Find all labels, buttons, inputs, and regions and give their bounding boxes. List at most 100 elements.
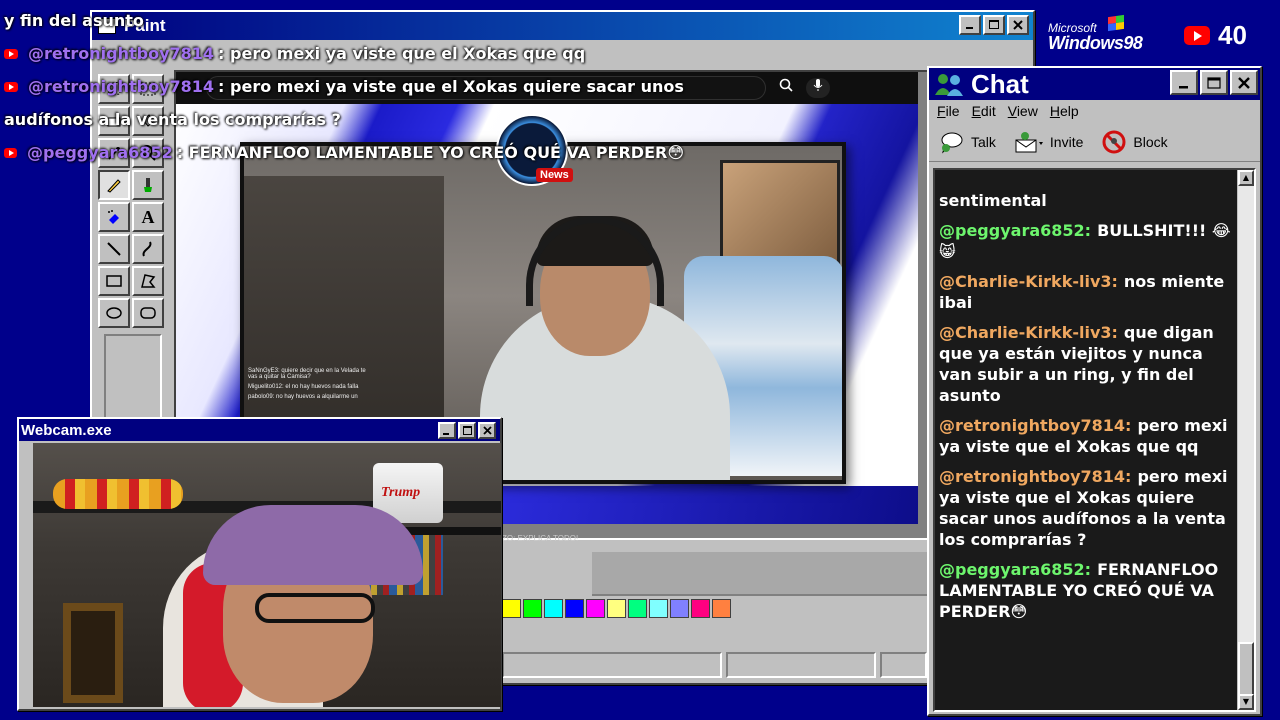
flower-decoration: [53, 479, 183, 509]
maximize-icon: [989, 20, 999, 29]
people-icon: [933, 71, 967, 97]
status-cell: [502, 652, 722, 678]
brush-tool[interactable]: [132, 170, 164, 200]
scroll-thumb[interactable]: [1238, 642, 1254, 698]
line-tool[interactable]: [98, 234, 130, 264]
overlay-chat-line: @retronightboy7814: pero mexi ya viste q…: [4, 70, 684, 103]
curve-tool[interactable]: [132, 234, 164, 264]
chat-username[interactable]: @Charlie-Kirkk-liv3:: [939, 272, 1118, 291]
palette-swatch[interactable]: [649, 599, 668, 618]
maximize-button[interactable]: [1200, 70, 1228, 95]
search-icon[interactable]: [774, 78, 798, 98]
invite-icon: [1015, 131, 1043, 152]
minimize-button[interactable]: [959, 15, 981, 35]
chat-username[interactable]: @peggyara6852:: [939, 221, 1091, 240]
maximize-button[interactable]: [983, 15, 1005, 35]
palette-swatch[interactable]: [523, 599, 542, 618]
pencil-tool[interactable]: [98, 170, 130, 200]
windows98-logo: Microsoft Windows98: [1048, 22, 1143, 52]
ellipse-tool[interactable]: [98, 298, 130, 328]
chat-message: @peggyara6852: BULLSHIT!!! 😂 😸: [939, 220, 1231, 262]
polygon-tool[interactable]: [132, 266, 164, 296]
palette-swatch[interactable]: [544, 599, 563, 618]
block-icon: [1102, 130, 1126, 153]
scroll-down-arrow-icon[interactable]: ▼: [1238, 694, 1254, 710]
curve-icon: [142, 241, 152, 257]
rounded-rect-tool[interactable]: [132, 298, 164, 328]
overlay-chat-line: @retronightboy7814: pero mexi ya viste q…: [4, 37, 684, 70]
color-palette: [502, 599, 731, 618]
status-cell: [726, 652, 876, 678]
menu-edit[interactable]: Edit: [972, 103, 996, 119]
microphone-icon[interactable]: [806, 78, 830, 98]
mini-chat-line: pabolo09: no hay huevos a alquilarme un: [248, 394, 358, 400]
minimize-button[interactable]: [438, 422, 456, 439]
overlay-chat-username: @peggyara6852: [27, 142, 173, 162]
overlay-chat-username: @retronightboy7814: [28, 43, 215, 63]
close-button[interactable]: [1230, 70, 1258, 95]
overlay-chat-text: audífonos a la venta los comprarías ?: [4, 109, 341, 129]
overlay-chat-text: : pero mexi ya viste que el Xokas quiere…: [218, 76, 684, 96]
chat-messages: sentimental @peggyara6852: BULLSHIT!!! 😂 😸…: [939, 190, 1231, 631]
chat-username[interactable]: @retronightboy7814:: [939, 416, 1131, 435]
tool-options-box[interactable]: [104, 334, 162, 422]
overlay-chat: y fin del asunto @retronightboy7814: pero…: [4, 4, 684, 169]
text-tool[interactable]: A: [132, 202, 164, 232]
chat-titlebar[interactable]: Chat: [929, 68, 1260, 100]
status-cell: [880, 652, 927, 678]
chat-username[interactable]: @Charlie-Kirkk-liv3:: [939, 323, 1118, 342]
chat-message: sentimental: [939, 190, 1231, 211]
ticker-text: ZO: EXPLICA TODO!: [502, 534, 579, 543]
box-brand-text: Trump: [381, 485, 421, 500]
palette-swatch[interactable]: [607, 599, 626, 618]
brush-icon: [144, 178, 152, 192]
video-mini-chat: SaNnGyE3: quiere decir que en la Velada …: [244, 366, 374, 402]
airbrush-tool[interactable]: [98, 202, 130, 232]
palette-swatch[interactable]: [586, 599, 605, 618]
palette-swatch[interactable]: [712, 599, 731, 618]
close-icon: [1238, 76, 1250, 89]
overlay-chat-text: : pero mexi ya viste que el Xokas que qq: [218, 43, 586, 63]
chat-log[interactable]: sentimental @peggyara6852: BULLSHIT!!! 😂 😸…: [933, 168, 1256, 712]
chat-title: Chat: [971, 68, 1029, 99]
invite-button[interactable]: Invite: [1014, 130, 1083, 154]
scroll-up-arrow-icon[interactable]: ▲: [1238, 170, 1254, 186]
palette-swatch[interactable]: [502, 599, 521, 618]
palette-swatch[interactable]: [691, 599, 710, 618]
overlay-chat-text: : FERNANFLOO LAMENTABLE YO CREÓ QUÉ VA P…: [176, 142, 684, 162]
picture-frame: [63, 603, 123, 703]
maximize-button[interactable]: [458, 422, 476, 439]
talk-button[interactable]: Talk: [939, 130, 996, 154]
chat-username[interactable]: @peggyara6852:: [939, 560, 1091, 579]
text-icon: A: [141, 206, 155, 227]
maximize-icon: [1207, 76, 1221, 89]
close-button[interactable]: [1007, 15, 1029, 35]
rectangle-tool[interactable]: [98, 266, 130, 296]
chat-message: @peggyara6852: FERNANFLOO LAMENTABLE YO C…: [939, 559, 1231, 622]
chat-message: @Charlie-Kirkk-liv3: nos miente ibai: [939, 271, 1231, 313]
chat-menu-bar: File Edit View Help: [929, 100, 1260, 122]
minimize-icon: [1179, 85, 1188, 88]
glasses: [255, 593, 375, 623]
chat-message: @retronightboy7814: pero mexi ya viste qu…: [939, 415, 1231, 457]
chat-toolbar: Talk Invite Block: [929, 122, 1260, 162]
minimize-icon: [443, 432, 449, 435]
status-bar: [502, 652, 927, 678]
overlay-chat-line: @peggyara6852: FERNANFLOO LAMENTABLE YO …: [4, 136, 684, 169]
youtube-icon: [4, 48, 18, 59]
viewer-counter: 40: [1184, 20, 1247, 51]
webcam-titlebar[interactable]: Webcam.exe: [19, 419, 500, 441]
menu-file[interactable]: File: [937, 103, 960, 119]
overlay-chat-line: y fin del asunto: [4, 4, 684, 37]
chat-username[interactable]: @retronightboy7814:: [939, 467, 1131, 486]
talk-icon: [941, 132, 963, 153]
block-button[interactable]: Block: [1101, 130, 1168, 154]
chat-scrollbar[interactable]: ▲ ▼: [1237, 170, 1254, 710]
menu-help[interactable]: Help: [1050, 103, 1079, 119]
close-button[interactable]: [478, 422, 496, 439]
palette-swatch[interactable]: [670, 599, 689, 618]
menu-view[interactable]: View: [1008, 103, 1038, 119]
palette-swatch[interactable]: [628, 599, 647, 618]
palette-swatch[interactable]: [565, 599, 584, 618]
minimize-button[interactable]: [1170, 70, 1198, 95]
